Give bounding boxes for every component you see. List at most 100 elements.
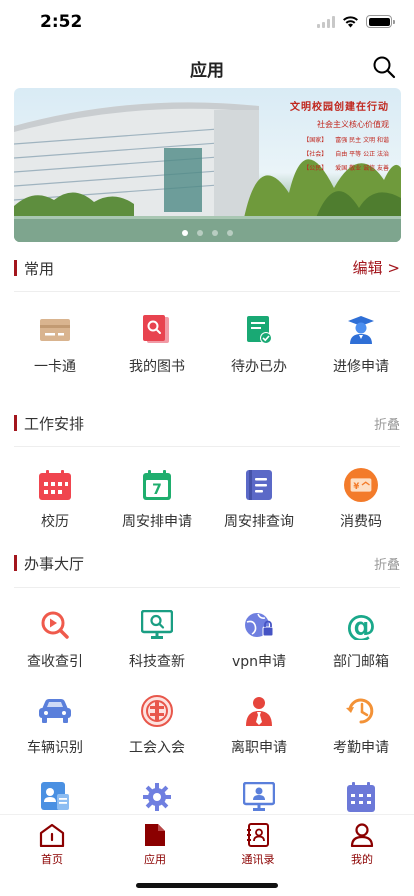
app-school-calendar[interactable]: 校历: [4, 456, 106, 542]
calendar-icon: [38, 468, 72, 502]
tab-label: 我的: [351, 853, 373, 866]
document-icon: [145, 824, 165, 846]
section-common-header: 常用 编辑 >: [14, 257, 400, 279]
app-label: vpn申请: [231, 654, 287, 670]
svg-text:7: 7: [152, 482, 162, 498]
slogan-line: 【公民】 爱国 敬业 诚信 友善: [303, 165, 389, 172]
battery-icon: [366, 15, 395, 28]
app-label: 科技查新: [129, 654, 185, 670]
app-weekly-query[interactable]: 周安排查询: [208, 456, 310, 542]
cellular-signal-icon: [317, 15, 335, 28]
person-tie-icon: [242, 694, 276, 728]
common-grid: 一卡通 我的图书 待办已办 进修申请: [4, 301, 412, 387]
app-vehicle-recognition[interactable]: 车辆识别: [4, 682, 106, 768]
app-label: 部门邮箱: [333, 654, 389, 670]
app-resignation[interactable]: 离职申请: [208, 682, 310, 768]
consume-code-icon: ¥: [344, 468, 378, 502]
notebook-icon: [242, 468, 276, 502]
app-training-apply[interactable]: 进修申请: [310, 301, 412, 387]
calendar-grid-icon: [344, 780, 378, 814]
app-label: 消费码: [340, 514, 382, 530]
app-label: 车辆识别: [27, 740, 83, 756]
section-marker: [14, 415, 17, 431]
tab-apps[interactable]: 应用: [103, 823, 207, 867]
carousel-dot[interactable]: [197, 230, 203, 236]
tab-home[interactable]: 首页: [0, 823, 104, 867]
svg-text:@: @: [346, 610, 376, 640]
book-search-icon: [140, 313, 174, 347]
tab-mine[interactable]: 我的: [310, 823, 414, 867]
divider: [14, 446, 400, 447]
carousel-dot[interactable]: [212, 230, 218, 236]
app-union-join[interactable]: 工会入会: [106, 682, 208, 768]
slogan-title: 文明校园创建在行动: [290, 102, 389, 113]
app-campus-card[interactable]: 一卡通: [4, 301, 106, 387]
status-icons: [317, 15, 395, 28]
slogan-line: 【社会】 自由 平等 公正 法治: [303, 151, 389, 158]
home-icon: [39, 823, 65, 847]
divider: [14, 587, 400, 588]
monitor-person-icon: [242, 780, 276, 814]
carousel-dot[interactable]: [227, 230, 233, 236]
app-todo-done[interactable]: 待办已办: [208, 301, 310, 387]
section-office-header: 办事大厅 折叠: [14, 552, 400, 574]
app-consume-code[interactable]: ¥ 消费码: [310, 456, 412, 542]
app-attendance[interactable]: 考勤申请: [310, 682, 412, 768]
card-icon: [38, 313, 72, 347]
monitor-search-icon: [140, 608, 174, 642]
todo-check-icon: [242, 313, 276, 347]
app-label: 查收查引: [27, 654, 83, 670]
carousel-dots: [14, 230, 401, 236]
settings-gear-icon: [140, 780, 174, 814]
app-weekly-apply[interactable]: 7 周安排申请: [106, 456, 208, 542]
app-label: 进修申请: [333, 359, 389, 375]
carousel-dot[interactable]: [182, 230, 188, 236]
page-title: 应用: [190, 61, 224, 81]
app-label: 离职申请: [231, 740, 287, 756]
globe-lock-icon: [242, 608, 276, 642]
app-dept-mail[interactable]: @ 部门邮箱: [310, 596, 412, 682]
calendar-7-icon: 7: [140, 468, 174, 502]
bottom-tab-bar: 首页 应用 通讯录 我的: [0, 814, 414, 896]
tab-label: 首页: [41, 853, 63, 866]
app-citation-search[interactable]: 查收查引: [4, 596, 106, 682]
status-bar: 2:52: [0, 0, 414, 44]
section-title: 办事大厅: [24, 555, 85, 573]
contacts-icon: [247, 823, 269, 847]
app-label: 周安排查询: [224, 514, 294, 530]
section-marker: [14, 260, 17, 276]
app-novelty-search[interactable]: 科技查新: [106, 596, 208, 682]
clock-icon: [344, 694, 378, 728]
union-badge-icon: [140, 694, 174, 728]
app-label: 我的图书: [129, 359, 185, 375]
collapse-button[interactable]: 折叠: [374, 414, 400, 433]
search-play-icon: [38, 608, 72, 642]
app-my-books[interactable]: 我的图书: [106, 301, 208, 387]
banner-slogan: 文明校园创建在行动 社会主义核心价值观 【国家】 富强 民主 文明 和谐 【社会】…: [257, 98, 389, 172]
slogan-subtitle: 社会主义核心价值观: [317, 120, 389, 129]
work-grid: 校历 7 周安排申请 周安排查询 ¥ 消费码: [4, 456, 412, 542]
wifi-icon: [343, 16, 358, 28]
tab-label: 应用: [144, 853, 166, 866]
tab-contacts[interactable]: 通讯录: [206, 823, 310, 867]
banner-carousel[interactable]: 文明校园创建在行动 社会主义核心价值观 【国家】 富强 民主 文明 和谐 【社会】…: [14, 88, 401, 242]
user-icon: [350, 823, 374, 847]
collapse-button[interactable]: 折叠: [374, 554, 400, 573]
section-marker: [14, 555, 17, 571]
search-icon[interactable]: [372, 55, 396, 79]
at-icon: @: [344, 608, 378, 642]
app-label: 一卡通: [34, 359, 76, 375]
header: 应用: [0, 52, 414, 82]
section-title: 工作安排: [24, 415, 85, 433]
section-work-header: 工作安排 折叠: [14, 412, 400, 434]
tab-label: 通讯录: [241, 853, 275, 866]
slogan-line: 【国家】 富强 民主 文明 和谐: [303, 137, 389, 144]
app-vpn-apply[interactable]: vpn申请: [208, 596, 310, 682]
svg-text:¥: ¥: [353, 482, 359, 492]
app-label: 考勤申请: [333, 740, 389, 756]
section-title: 常用: [24, 260, 55, 278]
edit-button[interactable]: 编辑 >: [353, 257, 400, 278]
graduate-icon: [344, 313, 378, 347]
status-time: 2:52: [40, 12, 83, 32]
app-label: 工会入会: [129, 740, 185, 756]
